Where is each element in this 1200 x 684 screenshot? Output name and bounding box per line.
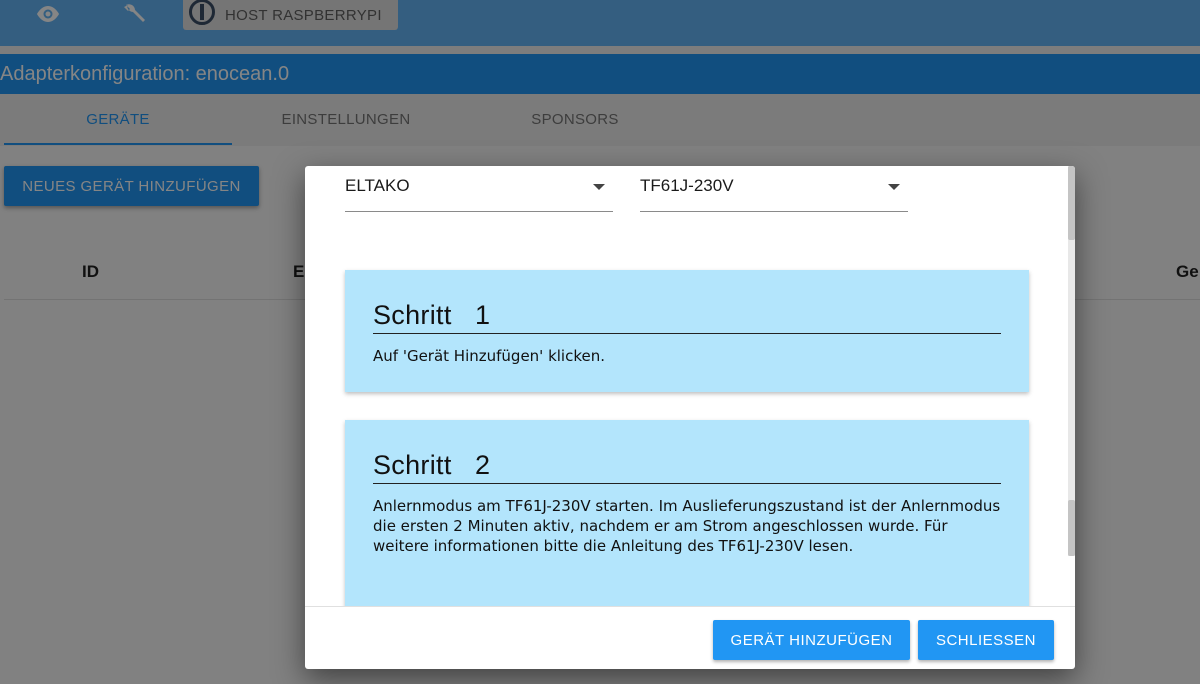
scrollbar-thumb[interactable] <box>1068 500 1075 556</box>
step-card-1: Schritt 1 Auf 'Gerät Hinzufügen' klicken… <box>345 270 1029 392</box>
dialog-content[interactable]: ELTAKO TF61J-230V Schritt 1 Auf 'Gerät H… <box>305 166 1075 606</box>
step-title: Schritt 2 <box>373 420 1001 484</box>
add-device-dialog: ELTAKO TF61J-230V Schritt 1 Auf 'Gerät H… <box>305 166 1075 669</box>
step-text: Auf 'Gerät Hinzufügen' klicken. <box>373 347 605 365</box>
step-text: Anlernmodus am TF61J-230V starten. Im Au… <box>373 497 1001 555</box>
step-card-2: Schritt 2 Anlernmodus am TF61J-230V star… <box>345 420 1029 606</box>
close-button[interactable]: SCHLIESSEN <box>918 620 1054 660</box>
dialog-actions-divider <box>305 606 1075 607</box>
dropdown-arrow-icon <box>888 184 900 190</box>
manufacturer-select-value: ELTAKO <box>345 176 410 195</box>
dropdown-arrow-icon <box>593 184 605 190</box>
step-title: Schritt 1 <box>373 270 1001 334</box>
manufacturer-select[interactable]: ELTAKO <box>345 166 613 212</box>
device-select[interactable]: TF61J-230V <box>640 166 908 212</box>
device-select-value: TF61J-230V <box>640 176 734 195</box>
add-device-button[interactable]: GERÄT HINZUFÜGEN <box>713 620 910 660</box>
scrollbar-thumb[interactable] <box>1068 166 1075 240</box>
